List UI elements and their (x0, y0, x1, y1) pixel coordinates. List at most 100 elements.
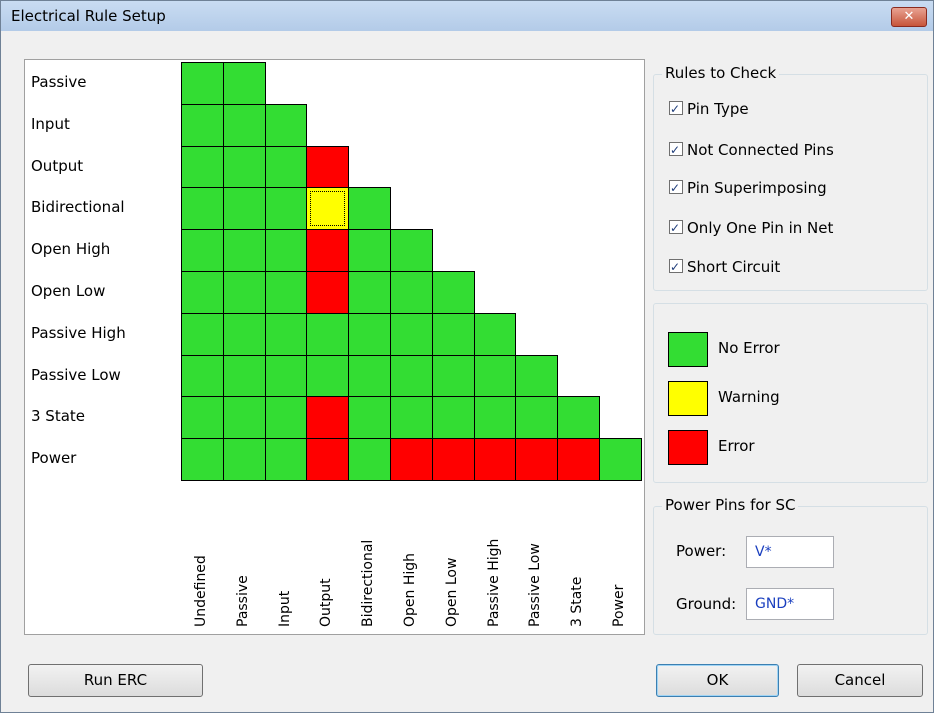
matrix-cell[interactable] (222, 396, 266, 440)
matrix-cell[interactable] (222, 271, 266, 314)
row-label: 3 State (31, 407, 86, 426)
matrix-cell[interactable] (181, 354, 224, 398)
pin-type-checkbox[interactable]: Pin Type (669, 98, 749, 120)
matrix-cell[interactable] (473, 396, 517, 440)
cancel-button[interactable]: Cancel (797, 664, 923, 697)
electrical-rule-setup-window: Electrical Rule Setup ✕ Passive Input Outp… (0, 0, 934, 713)
matrix-cell[interactable] (181, 312, 224, 356)
matrix-cell[interactable] (264, 103, 308, 147)
matrix-cell[interactable] (557, 438, 600, 481)
row-label: Passive High (31, 323, 126, 342)
matrix-cell[interactable] (181, 145, 224, 189)
matrix-cell[interactable] (222, 312, 266, 356)
matrix-cell[interactable] (181, 438, 224, 481)
matrix-cell[interactable] (431, 438, 475, 481)
column-label: Power (611, 584, 627, 627)
pin-superimposing-checkbox[interactable]: Pin Superimposing (669, 177, 827, 199)
power-pins-title: Power Pins for SC (662, 496, 799, 514)
matrix-cell[interactable] (222, 354, 266, 398)
matrix-cell[interactable] (264, 396, 308, 440)
rules-to-check-group: Rules to Check Pin Type Not Connected Pi… (653, 64, 928, 291)
matrix-cell[interactable] (473, 312, 517, 356)
matrix-cell[interactable] (222, 103, 266, 147)
matrix-cell[interactable] (222, 62, 266, 105)
checkbox-icon (669, 177, 683, 199)
column-label: Passive (234, 575, 251, 627)
not-connected-pins-checkbox[interactable]: Not Connected Pins (669, 139, 834, 161)
ground-field[interactable]: GND* (746, 588, 834, 620)
matrix-cell[interactable] (431, 354, 475, 398)
column-label: Undefined (193, 555, 209, 627)
row-label: Open High (31, 240, 111, 259)
matrix-cell[interactable] (306, 396, 350, 440)
matrix-cell[interactable] (306, 354, 350, 398)
power-field[interactable]: V* (746, 536, 834, 568)
matrix-cell[interactable] (222, 438, 266, 481)
matrix-cell[interactable] (181, 229, 224, 272)
matrix-cell[interactable] (222, 229, 266, 272)
matrix-cell[interactable] (264, 438, 308, 481)
matrix-cell[interactable] (431, 271, 475, 314)
matrix-cell[interactable] (306, 229, 350, 272)
column-label: Output (318, 578, 335, 627)
close-icon[interactable]: ✕ (891, 7, 927, 27)
legend-group: No Error Warning Error (653, 303, 928, 483)
ok-button[interactable]: OK (656, 664, 779, 697)
matrix-cell[interactable] (348, 312, 391, 356)
matrix-cell[interactable] (348, 229, 391, 272)
matrix-cell[interactable] (306, 145, 350, 189)
only-one-pin-in-net-checkbox[interactable]: Only One Pin in Net (669, 217, 833, 239)
checkbox-icon (669, 98, 683, 120)
matrix-cell[interactable] (348, 187, 391, 231)
checkbox-icon (669, 217, 683, 239)
row-label: Input (31, 114, 70, 133)
matrix-cell[interactable] (181, 396, 224, 440)
row-label: Bidirectional (31, 198, 125, 217)
matrix-cell[interactable] (264, 312, 308, 356)
matrix-cell[interactable] (264, 354, 308, 398)
matrix-cell[interactable] (515, 354, 559, 398)
matrix-cell[interactable] (348, 396, 391, 440)
ground-label: Ground: (676, 595, 737, 613)
matrix-cell[interactable] (431, 312, 475, 356)
matrix-cell[interactable] (348, 438, 391, 481)
short-circuit-checkbox[interactable]: Short Circuit (669, 256, 780, 278)
matrix-cell[interactable] (557, 396, 600, 440)
matrix-cell[interactable] (181, 187, 224, 231)
matrix-cell[interactable] (264, 229, 308, 272)
matrix-cell[interactable] (515, 438, 559, 481)
matrix-cell[interactable] (431, 396, 475, 440)
no-error-label: No Error (718, 339, 780, 357)
rules-to-check-title: Rules to Check (662, 64, 780, 82)
matrix-cell[interactable] (222, 145, 266, 189)
matrix-cell[interactable] (306, 312, 350, 356)
matrix-cell[interactable] (222, 187, 266, 231)
matrix-cell[interactable] (390, 354, 433, 398)
run-erc-button[interactable]: Run ERC (28, 664, 203, 697)
matrix-cell[interactable] (348, 271, 391, 314)
matrix-cell[interactable] (515, 396, 559, 440)
matrix-cell[interactable] (181, 271, 224, 314)
row-label: Passive Low (31, 365, 121, 384)
matrix-cell[interactable] (181, 103, 224, 147)
matrix-cell[interactable] (348, 354, 391, 398)
matrix-cell[interactable] (390, 312, 433, 356)
matrix-cell[interactable] (390, 438, 433, 481)
matrix-cell[interactable] (390, 229, 433, 272)
matrix-cell[interactable] (306, 438, 350, 481)
matrix-cell[interactable] (473, 354, 517, 398)
no-error-swatch (668, 332, 708, 367)
matrix-cell[interactable] (473, 438, 517, 481)
matrix-cell[interactable] (264, 187, 308, 231)
matrix-cell[interactable] (264, 271, 308, 314)
matrix-cell[interactable] (306, 271, 350, 314)
matrix-cell[interactable] (390, 396, 433, 440)
error-label: Error (718, 437, 755, 455)
warning-label: Warning (718, 388, 780, 406)
matrix-cell[interactable] (306, 187, 350, 231)
matrix-cell[interactable] (181, 62, 224, 105)
matrix-cell[interactable] (390, 271, 433, 314)
matrix-cell[interactable] (264, 145, 308, 189)
column-label: 3 State (569, 576, 586, 627)
matrix-cell[interactable] (599, 438, 642, 481)
